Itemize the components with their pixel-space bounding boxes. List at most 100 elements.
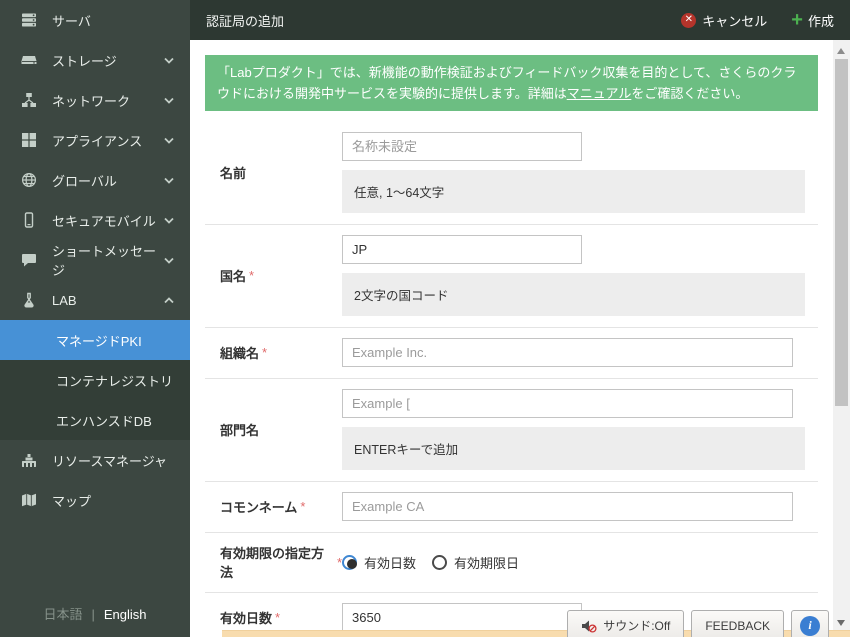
- info-icon: i: [800, 615, 820, 636]
- feedback-button[interactable]: FEEDBACK: [691, 610, 784, 637]
- lab-icon: [20, 292, 37, 309]
- plus-icon: +: [791, 9, 803, 31]
- 有効日数-input[interactable]: [342, 603, 582, 633]
- sidebar-item-label: サーバ: [52, 13, 91, 29]
- chevron-down-icon: [164, 177, 174, 184]
- cancel-button[interactable]: ✕ キャンセル: [681, 11, 767, 30]
- sidebar-item-label: ネットワーク: [52, 93, 131, 109]
- manual-link[interactable]: マニュアル: [567, 86, 632, 101]
- field-label-text: 有効日数: [220, 611, 273, 627]
- form-row-有効期限の指定方法: 有効期限の指定方法 * 有効日数 有効期限日: [205, 533, 818, 594]
- chevron-down-icon: [164, 217, 174, 224]
- submenu-item-エンハンスドDB[interactable]: エンハンスドDB: [0, 400, 190, 440]
- page-header: 認証局の追加 ✕ キャンセル + 作成: [190, 0, 850, 40]
- form-row-部門名: 部門名 ENTERキーで追加: [205, 379, 818, 483]
- scrollbar-thumb[interactable]: [835, 59, 848, 406]
- sidebar: サーバストレージネットワークアプライアンスグローバルセキュアモバイルショートメッ…: [0, 0, 190, 637]
- chevron-down-icon: [164, 257, 174, 264]
- sidebar-item-ネットワーク[interactable]: ネットワーク: [0, 80, 190, 120]
- message-icon: [20, 252, 37, 269]
- sidebar-item-label: マップ: [52, 493, 92, 509]
- sidebar-item-リソースマネージャ[interactable]: リソースマネージャ: [0, 440, 190, 480]
- scroll-up-arrow-icon[interactable]: [837, 48, 845, 54]
- field-label-text: 国名: [220, 269, 247, 285]
- field-label-text: 組織名: [220, 346, 260, 362]
- submenu-item-マネージドPKI[interactable]: マネージドPKI: [0, 320, 190, 360]
- language-ja[interactable]: 日本語: [43, 607, 82, 622]
- sidebar-item-label: LAB: [52, 292, 77, 308]
- radio-option-label: 有効期限日: [454, 555, 520, 571]
- field-label: コモンネーム *: [205, 492, 342, 521]
- chevron-down-icon: [164, 57, 174, 64]
- sidebar-item-マップ[interactable]: マップ: [0, 480, 190, 520]
- scroll-down-arrow-icon[interactable]: [837, 620, 845, 626]
- network-icon: [20, 92, 37, 109]
- 国名-input[interactable]: [342, 235, 582, 265]
- field-label: 有効期限の指定方法 *: [205, 543, 342, 581]
- vertical-scrollbar[interactable]: [833, 40, 850, 637]
- 組織名-input[interactable]: [342, 338, 793, 368]
- field-label-text: コモンネーム: [220, 500, 298, 516]
- field-label: 有効日数 *: [205, 603, 342, 632]
- submenu-item-label: エンハンスドDB: [56, 413, 152, 429]
- field-control: 有効日数 有効期限日: [342, 543, 818, 581]
- radio-option-有効日数[interactable]: 有効日数: [342, 553, 416, 572]
- chevron-up-icon: [164, 296, 174, 304]
- field-label: 国名 *: [205, 235, 342, 316]
- sound-toggle-label: サウンド:Off: [603, 619, 671, 633]
- speaker-muted-icon: [581, 619, 597, 633]
- create-button[interactable]: + 作成: [791, 10, 834, 30]
- field-control: ENTERキーで追加: [342, 389, 818, 471]
- field-label: 組織名 *: [205, 338, 342, 367]
- lab-notice-banner: 「Labプロダクト」では、新機能の動作検証およびフィードバック収集を目的として、…: [205, 55, 818, 112]
- form-row-コモンネーム: コモンネーム *: [205, 482, 818, 534]
- sidebar-nav: サーバストレージネットワークアプライアンスグローバルセキュアモバイルショートメッ…: [0, 0, 190, 520]
- field-label-text: 有効期限の指定方法: [220, 546, 325, 581]
- submenu-item-label: マネージドPKI: [56, 333, 142, 349]
- sidebar-item-グローバル[interactable]: グローバル: [0, 160, 190, 200]
- form-row-国名: 国名*2文字の国コード: [205, 225, 818, 329]
- 名前-input[interactable]: [342, 132, 582, 162]
- server-icon: [20, 12, 37, 29]
- 部門名-input[interactable]: [342, 389, 793, 419]
- page-title: 認証局の追加: [206, 13, 285, 29]
- required-asterisk: *: [300, 499, 306, 515]
- required-asterisk: *: [249, 268, 255, 284]
- field-label-text: 名前: [220, 166, 247, 182]
- submenu-item-コンテナレジストリ[interactable]: コンテナレジストリ: [0, 360, 190, 400]
- sidebar-item-セキュアモバイル[interactable]: セキュアモバイル: [0, 200, 190, 240]
- radio-circle-icon: [342, 554, 357, 570]
- mobile-icon: [20, 212, 37, 229]
- sidebar-item-アプライアンス[interactable]: アプライアンス: [0, 120, 190, 160]
- sidebar-item-ショートメッセージ[interactable]: ショートメッセージ: [0, 240, 190, 280]
- globe-icon: [20, 172, 37, 189]
- field-control: [342, 492, 818, 522]
- sidebar-item-label: グローバル: [52, 173, 117, 189]
- banner-text-after: をご確認ください。: [631, 86, 749, 102]
- lab-submenu: マネージドPKI コンテナレジストリエンハンスドDB: [0, 320, 190, 440]
- sidebar-item-label: ストレージ: [52, 53, 117, 69]
- ca-form: 名前任意, 1～64文字国名*2文字の国コード組織名*部門名ENTERキーで追加…: [205, 122, 818, 637]
- language-en[interactable]: English: [104, 607, 147, 622]
- sound-toggle-button[interactable]: サウンド:Off: [567, 610, 685, 637]
- field-label: 部門名: [205, 389, 342, 470]
- cancel-button-label: キャンセル: [702, 13, 768, 29]
- form-row-名前: 名前 任意, 1～64文字: [205, 122, 818, 226]
- radio-group: 有効日数 有効期限日: [342, 547, 818, 577]
- sidebar-item-LAB[interactable]: LAB: [0, 280, 190, 320]
- field-control: 2文字の国コード: [342, 235, 818, 317]
- sidebar-item-label: ショートメッセージ: [52, 244, 157, 278]
- language-switcher: 日本語 | English: [0, 604, 190, 623]
- sidebar-item-ストレージ[interactable]: ストレージ: [0, 40, 190, 80]
- footer-widgets: サウンド:Off FEEDBACK i: [560, 610, 829, 637]
- コモンネーム-input[interactable]: [342, 492, 793, 522]
- language-separator: |: [91, 607, 95, 622]
- appliance-icon: [20, 132, 37, 149]
- radio-option-label: 有効日数: [364, 555, 417, 571]
- field-help-text: ENTERキーで追加: [342, 427, 805, 471]
- field-label-text: 部門名: [220, 423, 260, 439]
- field-control: [342, 338, 818, 368]
- radio-option-有効期限日[interactable]: 有効期限日: [432, 553, 519, 572]
- info-button[interactable]: i: [791, 610, 829, 637]
- sidebar-item-サーバ[interactable]: サーバ: [0, 0, 190, 40]
